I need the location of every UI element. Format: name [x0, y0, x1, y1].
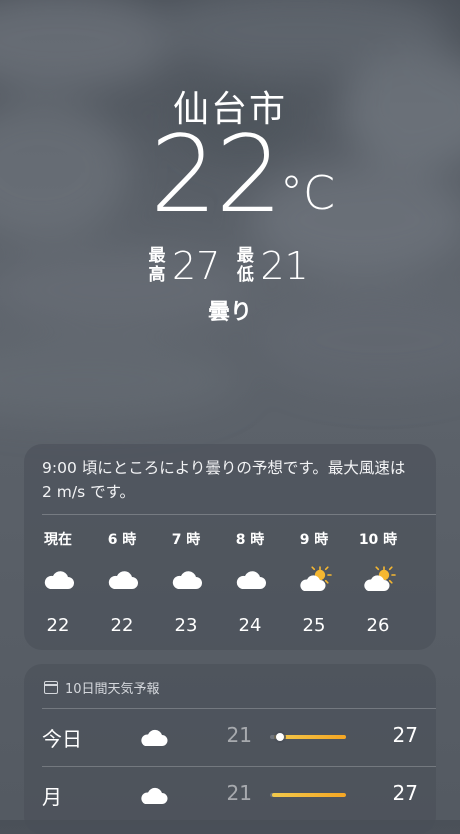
hour-temperature: 24: [238, 615, 262, 636]
divider: [42, 766, 436, 767]
cloud-icon: [172, 571, 202, 589]
weather-condition: 曇り: [207, 300, 252, 325]
high-label: 最高: [148, 246, 166, 285]
partly-sunny-icon: [300, 566, 332, 591]
hourly-scroll-list[interactable]: 現在 22 6 時 22 7 時 23 8 時 24 9 時 25 10 時 2…: [24, 515, 436, 650]
hour-temperature: 23: [174, 615, 198, 636]
cloud-icon: [44, 571, 74, 589]
day-row[interactable]: 今日 21 27: [24, 708, 436, 762]
calendar-icon: [44, 681, 58, 694]
hour-label: 10 時: [358, 532, 398, 548]
divider: [42, 708, 436, 709]
hour-temperature: 25: [302, 615, 326, 636]
temperature-unit: °C: [280, 166, 336, 220]
hour-label: 6 時: [107, 532, 137, 548]
temperature-range-fill: [274, 735, 346, 739]
daily-forecast-header: 10日間天気予報: [24, 664, 436, 697]
cloud-icon: [108, 571, 138, 589]
daily-forecast-title: 10日間天気予報: [65, 682, 160, 697]
high-temperature: 27: [172, 244, 221, 288]
hourly-summary: 9:00 頃にところにより曇りの予想です。最大風速は 2 m/s です。: [42, 459, 406, 501]
hour-temperature: 22: [46, 615, 70, 636]
hour-label: 現在: [44, 532, 72, 548]
cloud-icon: [141, 729, 168, 746]
day-high-temperature: 27: [392, 723, 418, 747]
temperature-range-fill: [272, 793, 346, 797]
hour-temperature: 26: [366, 615, 390, 636]
current-temperature-block: 22 °C: [0, 120, 460, 236]
temperature-range-bar: [270, 793, 346, 797]
day-name: 月: [42, 785, 62, 809]
day-low-temperature: 21: [226, 781, 252, 805]
hourly-forecast-card[interactable]: 9:00 頃にところにより曇りの予想です。最大風速は 2 m/s です。 現在 …: [24, 444, 436, 650]
low-label: 最低: [236, 246, 254, 285]
day-low-temperature: 21: [226, 723, 252, 747]
hour-label: 8 時: [235, 532, 265, 548]
cloud-icon: [236, 571, 266, 589]
current-temperature-dot: [276, 733, 284, 741]
partly-sunny-icon: [364, 566, 396, 591]
day-high-temperature: 27: [392, 781, 418, 805]
cloud-icon: [141, 787, 168, 804]
hour-label: 7 時: [171, 532, 201, 548]
high-low-temperatures: 最高 27 最低 21: [148, 244, 325, 288]
hour-temperature: 22: [110, 615, 134, 636]
day-row[interactable]: 月 21 27: [24, 766, 436, 820]
ten-day-forecast-card[interactable]: 10日間天気予報 今日 21 27 月 21 27: [24, 664, 436, 834]
hour-label: 9 時: [299, 532, 329, 548]
current-temperature: 22: [150, 113, 283, 236]
low-temperature: 21: [260, 244, 309, 288]
temperature-range-bar: [270, 733, 346, 741]
day-name: 今日: [42, 727, 82, 751]
